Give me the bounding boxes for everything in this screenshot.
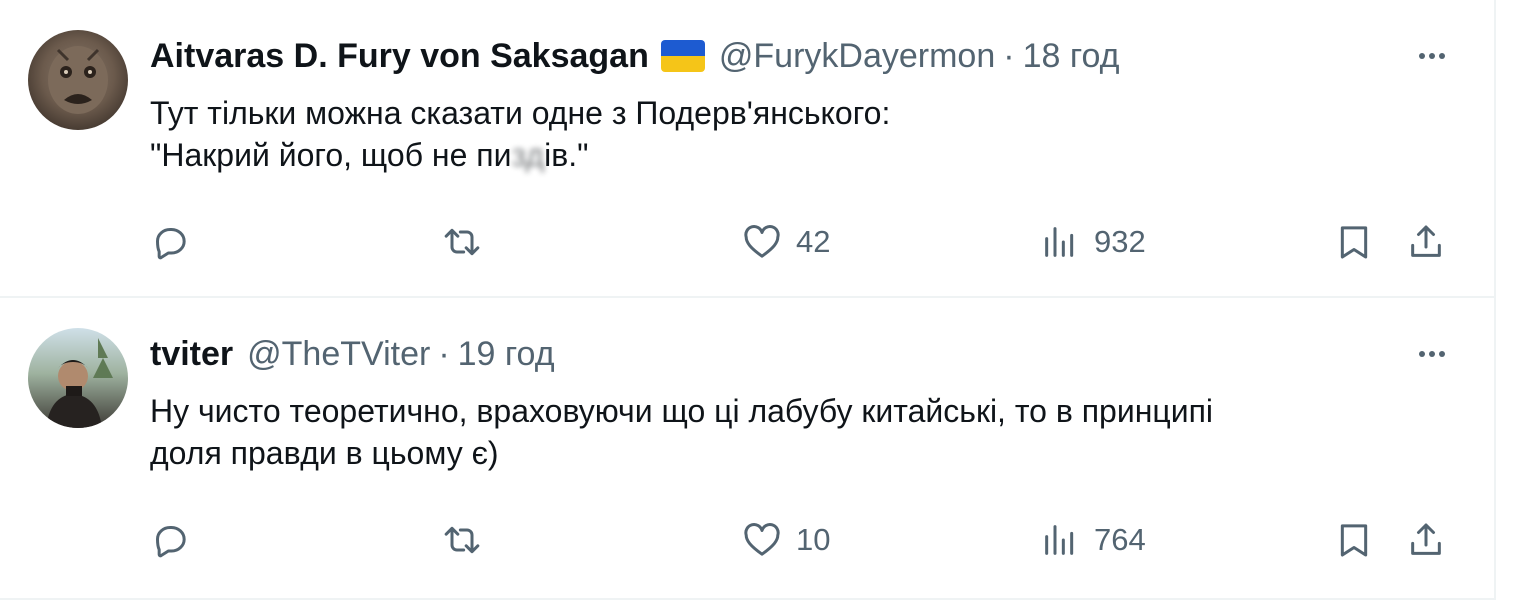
like-count: 42 [796,224,831,259]
share-icon [1411,523,1441,555]
tweet-text-line: доля правди в цьому є) [150,435,499,471]
bookmark-icon [1340,226,1368,259]
share-button[interactable] [1406,520,1446,560]
author-handle[interactable]: @FurykDayermon [719,36,995,76]
tweet-text-part: "Накрий його, щоб не пи [150,137,512,173]
separator: · [1003,37,1015,75]
tweet[interactable]: tviter @TheTViter · 19 год Ну чисто теор… [0,298,1494,600]
like-icon [744,225,780,258]
repost-icon [444,526,480,554]
reply-button[interactable] [150,222,204,262]
tweet[interactable]: Aitvaras D. Fury von Saksagan @FurykDaye… [0,0,1494,298]
bookmark-button[interactable] [1334,520,1374,560]
views-count: 764 [1094,522,1146,557]
timestamp[interactable]: 19 год [458,334,555,374]
reply-icon [156,228,186,260]
column-border [1494,0,1496,600]
like-count: 10 [796,522,831,557]
ukraine-flag-icon [660,40,705,72]
share-button[interactable] [1406,222,1446,262]
tweet-text-line: Ну чисто теоретично, враховуючи що ці ла… [150,393,1214,429]
censored-text: зд [511,137,545,173]
reply-icon [156,526,186,558]
tweet-text: Тут тільки можна сказати одне з Подерв'я… [150,92,1434,176]
tweet-text-line: Тут тільки можна сказати одне з Подерв'я… [150,95,891,131]
bookmark-icon [1340,524,1368,557]
tweet-text-part: ів." [544,137,589,173]
like-button[interactable]: 42 [742,222,830,262]
share-icon [1411,225,1441,257]
avatar[interactable] [28,30,128,130]
avatar[interactable] [28,328,128,428]
separator: · [438,335,450,373]
reply-button[interactable] [150,520,204,560]
tweet-text-line: "Накрий його, щоб не пиздів." [150,134,1434,176]
views-icon [1045,227,1074,257]
repost-button[interactable] [442,520,496,560]
more-icon[interactable] [1412,40,1452,72]
author-handle[interactable]: @TheTViter [247,334,430,374]
like-button[interactable]: 10 [742,520,830,560]
author-name[interactable]: Aitvaras D. Fury von Saksagan [150,36,649,76]
tweet-header: tviter @TheTViter · 19 год [150,334,1414,374]
like-icon [744,523,780,556]
views-icon [1045,525,1074,555]
tweet-text: Ну чисто теоретично, враховуючи що ці ла… [150,390,1434,474]
bookmark-button[interactable] [1334,222,1374,262]
more-icon[interactable] [1412,338,1452,370]
tweet-header: Aitvaras D. Fury von Saksagan @FurykDaye… [150,36,1414,76]
views-count: 932 [1094,224,1146,259]
action-bar: 10 764 [150,512,1460,568]
author-name[interactable]: tviter [150,334,233,374]
timeline: Aitvaras D. Fury von Saksagan @FurykDaye… [0,0,1494,600]
views-button[interactable]: 932 [1040,222,1146,262]
repost-icon [444,228,480,256]
views-button[interactable]: 764 [1040,520,1146,560]
repost-button[interactable] [442,222,496,262]
timestamp[interactable]: 18 год [1023,36,1120,76]
action-bar: 42 932 [150,214,1460,270]
